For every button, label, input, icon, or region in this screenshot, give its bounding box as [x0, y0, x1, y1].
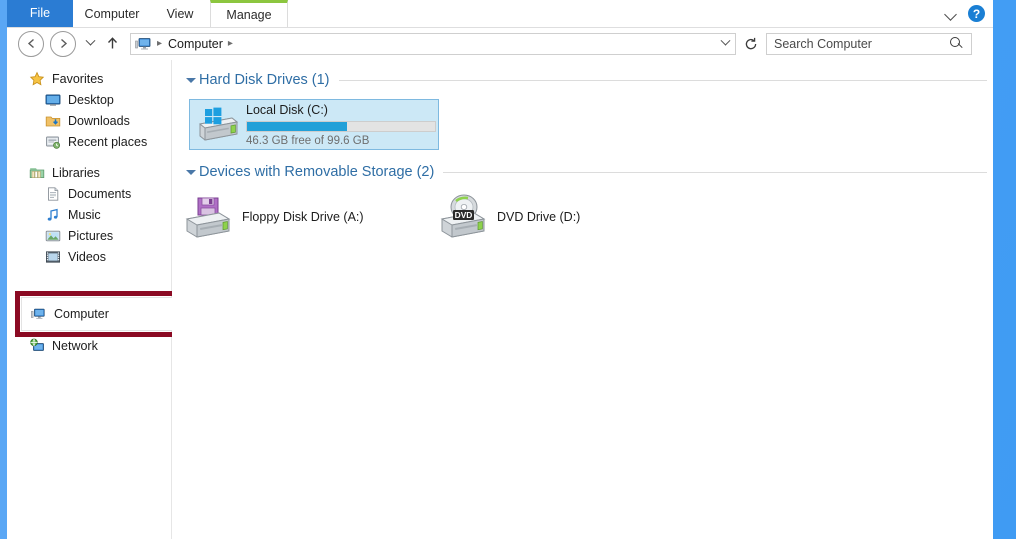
drive-label-floppy-a: Floppy Disk Drive (A:): [242, 210, 364, 224]
drive-tile-local-disk-c[interactable]: Local Disk (C:) 46.3 GB free of 99.6 GB: [189, 99, 439, 150]
sidebar-item-downloads-label: Downloads: [68, 113, 130, 128]
tab-computer[interactable]: Computer: [73, 0, 151, 27]
forward-button[interactable]: [50, 30, 76, 57]
up-arrow-icon: [107, 37, 117, 49]
floppy-drive-icon: [184, 193, 236, 241]
sidebar-item-computer[interactable]: Computer: [21, 297, 173, 331]
sidebar-item-pictures[interactable]: Pictures: [7, 225, 171, 246]
breadcrumb[interactable]: ▸ Computer ▸: [130, 32, 736, 55]
sidebar-item-videos-label: Videos: [68, 249, 106, 264]
address-bar-row: ▸ Computer ▸: [7, 28, 993, 59]
ribbon-tab-strip: File Computer View Manage ?: [7, 0, 993, 28]
breadcrumb-dropdown-icon[interactable]: [715, 34, 735, 54]
hard-drive-icon: [196, 105, 240, 145]
file-list-pane: Hard Disk Drives (1) Local Disk (C:) 46.…: [172, 60, 993, 539]
removable-tiles: Floppy Disk Drive (A:) DVD DVD Drive (D:…: [184, 190, 993, 244]
tab-file-underline: [7, 26, 73, 27]
section-header-removable-storage[interactable]: Devices with Removable Storage (2): [184, 162, 993, 182]
forward-arrow-icon: [60, 38, 67, 49]
help-label: ?: [972, 6, 981, 21]
drive-tile-dvd-d[interactable]: DVD DVD Drive (D:): [439, 190, 694, 244]
search-icon[interactable]: [946, 34, 966, 54]
refresh-icon: [745, 37, 757, 49]
collapse-triangle-icon[interactable]: [184, 166, 196, 178]
navigation-pane: Favorites Desktop Downloads Recent place…: [7, 60, 179, 539]
recent-locations-button[interactable]: [81, 32, 99, 56]
tab-computer-label: Computer: [84, 6, 140, 21]
sidebar-item-desktop-label: Desktop: [68, 92, 114, 107]
computer-icon: [134, 36, 152, 52]
sidebar-item-recent-places-label: Recent places: [68, 134, 148, 149]
drive-label-dvd-d: DVD Drive (D:): [497, 210, 581, 224]
back-button[interactable]: [18, 30, 44, 57]
sidebar-item-videos[interactable]: Videos: [7, 246, 171, 267]
downloads-icon: [45, 113, 61, 129]
sidebar-group-libraries-label: Libraries: [52, 165, 100, 180]
sidebar-item-documents[interactable]: Documents: [7, 183, 171, 204]
breadcrumb-separator-1[interactable]: ▸: [228, 38, 233, 49]
tab-view-label: View: [166, 6, 194, 21]
libraries-icon: [29, 165, 45, 181]
back-arrow-icon: [27, 38, 34, 49]
ribbon-right-controls: ?: [944, 0, 989, 27]
section-rule: [338, 79, 987, 81]
sidebar-group-libraries[interactable]: Libraries: [7, 162, 171, 183]
dvd-badge-label: DVD: [455, 210, 473, 220]
dvd-drive-icon: DVD: [439, 193, 491, 241]
drive-info: Local Disk (C:) 46.3 GB free of 99.6 GB: [246, 103, 444, 147]
refresh-button[interactable]: [740, 33, 762, 55]
computer-icon: [30, 306, 46, 322]
collapse-triangle-icon[interactable]: [184, 74, 196, 86]
sidebar-item-desktop[interactable]: Desktop: [7, 89, 171, 110]
tab-manage-label: Manage: [226, 8, 272, 22]
breadcrumb-item-computer[interactable]: Computer: [168, 37, 223, 51]
sidebar-item-downloads[interactable]: Downloads: [7, 110, 171, 131]
help-icon[interactable]: ?: [968, 5, 985, 22]
explorer-window: File Computer View Manage ? ▸ Computer ▸…: [0, 0, 993, 539]
tab-file-label: File: [29, 6, 51, 20]
sidebar-group-favorites-label: Favorites: [52, 71, 104, 86]
section-header-hard-disk-drives[interactable]: Hard Disk Drives (1): [184, 70, 993, 90]
tab-view[interactable]: View: [151, 0, 209, 27]
drive-tile-floppy-a[interactable]: Floppy Disk Drive (A:): [184, 190, 439, 244]
drive-name-label: Local Disk (C:): [246, 102, 328, 117]
star-icon: [29, 71, 45, 87]
drive-usage-fill: [247, 121, 347, 131]
up-button[interactable]: [102, 32, 122, 56]
search-input[interactable]: [767, 35, 946, 52]
music-icon: [45, 207, 61, 223]
sidebar-item-computer-label: Computer: [54, 307, 109, 321]
sidebar-item-music[interactable]: Music: [7, 204, 171, 225]
sidebar-item-music-label: Music: [68, 207, 101, 222]
desktop-icon: [45, 92, 61, 108]
document-icon: [45, 186, 61, 202]
sidebar-item-network-label: Network: [52, 338, 98, 353]
drive-usage-bar: [246, 120, 436, 132]
search-box[interactable]: [766, 32, 972, 55]
window-content: Favorites Desktop Downloads Recent place…: [7, 60, 993, 539]
videos-icon: [45, 249, 61, 265]
tab-file[interactable]: File: [7, 0, 73, 26]
section-title-hard-disk-drives: Hard Disk Drives (1): [199, 72, 330, 88]
section-rule: [443, 171, 987, 173]
tab-manage[interactable]: Manage: [210, 0, 288, 27]
chevron-down-icon[interactable]: [944, 7, 958, 21]
sidebar-item-pictures-label: Pictures: [68, 228, 114, 243]
hard-drive-tiles: Local Disk (C:) 46.3 GB free of 99.6 GB: [184, 94, 993, 150]
sidebar-group-favorites[interactable]: Favorites: [7, 68, 171, 89]
drive-capacity-label: 46.3 GB free of 99.6 GB: [246, 134, 370, 147]
sidebar-item-recent-places[interactable]: Recent places: [7, 131, 171, 152]
section-title-removable-storage: Devices with Removable Storage (2): [199, 164, 435, 180]
sidebar-item-documents-label: Documents: [68, 186, 132, 201]
sidebar-item-network[interactable]: Network: [7, 335, 171, 356]
breadcrumb-separator-0: ▸: [157, 38, 163, 49]
pictures-icon: [45, 228, 61, 244]
network-icon: [29, 338, 45, 354]
recent-places-icon: [45, 134, 61, 150]
